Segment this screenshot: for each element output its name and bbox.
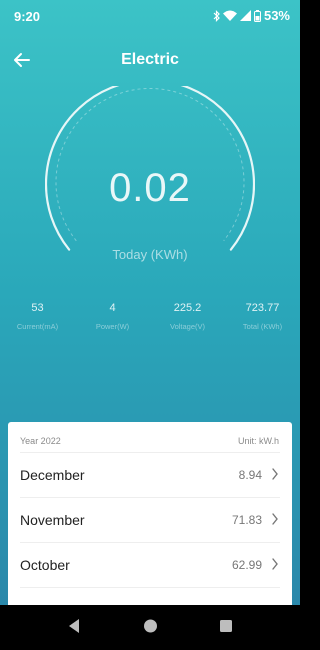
chevron-right-icon bbox=[270, 556, 280, 572]
battery-percent: 53% bbox=[263, 8, 290, 23]
stat-value: 225.2 bbox=[173, 302, 202, 314]
stat-current: 53 Current(mA) bbox=[0, 302, 75, 331]
monthly-history-card: Year 2022 Unit: kW.h December 8.94 Novem… bbox=[8, 422, 292, 612]
month-row-november[interactable]: November 71.83 bbox=[20, 497, 280, 543]
month-value: 62.99 bbox=[231, 558, 262, 572]
app-screen: 9:20 53% Electric 0.02 Today (KWh) 53 Cu… bbox=[0, 0, 300, 650]
signal-icon bbox=[239, 10, 251, 21]
history-header: Year 2022 Unit: kW.h bbox=[8, 422, 292, 452]
stat-label: Voltage(V) bbox=[169, 322, 206, 331]
battery-icon bbox=[253, 9, 261, 22]
month-value: 8.94 bbox=[238, 468, 262, 482]
stat-total: 723.77 Total (KWh) bbox=[225, 302, 300, 331]
stat-label: Current(mA) bbox=[16, 322, 59, 331]
stat-value: 723.77 bbox=[245, 302, 280, 314]
stat-voltage: 225.2 Voltage(V) bbox=[150, 302, 225, 331]
nav-back-icon[interactable] bbox=[67, 618, 81, 639]
stat-value: 53 bbox=[31, 302, 44, 314]
month-value: 71.83 bbox=[231, 513, 262, 527]
status-icons: 53% bbox=[213, 8, 290, 23]
month-name: November bbox=[20, 512, 85, 528]
month-row-october[interactable]: October 62.99 bbox=[20, 542, 280, 588]
today-energy-label: Today (KWh) bbox=[112, 247, 188, 262]
nav-home-icon[interactable] bbox=[143, 618, 158, 639]
stats-row: 53 Current(mA) 4 Power(W) 225.2 Voltage(… bbox=[0, 302, 300, 342]
page-title: Electric bbox=[121, 51, 179, 68]
stat-value: 4 bbox=[109, 302, 116, 314]
wifi-icon bbox=[222, 10, 237, 21]
stat-label: Total (KWh) bbox=[242, 322, 283, 331]
stat-label: Power(W) bbox=[95, 322, 130, 331]
stat-power: 4 Power(W) bbox=[75, 302, 150, 331]
status-bar: 9:20 53% bbox=[0, 0, 300, 34]
unit-label: Unit: kW.h bbox=[237, 436, 279, 446]
status-time: 9:20 bbox=[14, 9, 41, 24]
system-nav-bar bbox=[0, 605, 300, 650]
chevron-right-icon bbox=[270, 511, 280, 527]
chevron-right-icon bbox=[270, 466, 280, 482]
month-name: October bbox=[20, 557, 70, 573]
today-energy-value: 0.02 bbox=[109, 166, 191, 210]
header: Electric bbox=[0, 44, 300, 76]
month-row-december[interactable]: December 8.94 bbox=[20, 452, 280, 498]
bluetooth-icon bbox=[213, 9, 220, 22]
month-name: December bbox=[20, 467, 85, 483]
nav-recents-icon[interactable] bbox=[219, 618, 233, 639]
year-label: Year 2022 bbox=[20, 436, 61, 446]
